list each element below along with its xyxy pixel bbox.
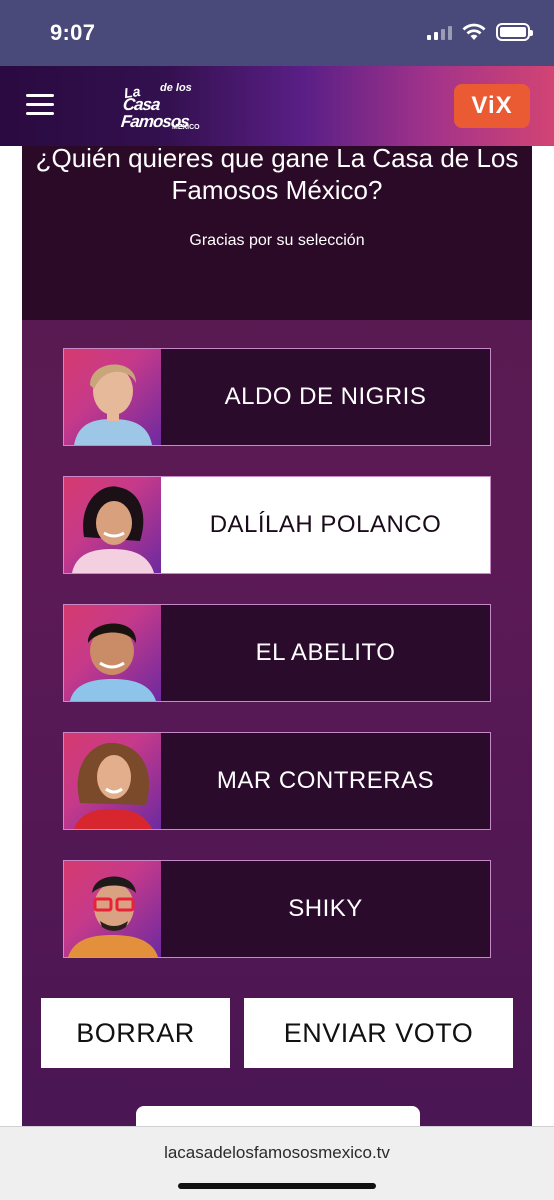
- hamburger-menu-icon[interactable]: [26, 94, 54, 116]
- status-bar: 9:07: [0, 0, 554, 66]
- clear-button[interactable]: BORRAR: [41, 998, 230, 1068]
- selection-confirmation: Gracias por su selección: [189, 232, 365, 249]
- option-aldo-de-nigris[interactable]: ALDO DE NIGRIS: [63, 348, 491, 446]
- option-shiky[interactable]: SHIKY: [63, 860, 491, 958]
- poll-header: ¿Quién quieres que gane La Casa de Los F…: [22, 143, 532, 320]
- contestant-photo: [64, 861, 161, 957]
- cellular-signal-icon: [427, 24, 452, 40]
- wifi-icon: [462, 23, 486, 40]
- option-mar-contreras[interactable]: MAR CONTRERAS: [63, 732, 491, 830]
- option-label: ALDO DE NIGRIS: [224, 383, 427, 410]
- poll-question: ¿Quién quieres que gane La Casa de Los F…: [35, 143, 519, 205]
- vix-logo-button[interactable]: ViX: [454, 84, 530, 128]
- option-label: DALÍLAH POLANCO: [209, 511, 442, 538]
- contestant-photo: [64, 477, 161, 573]
- poll-card: ¿Quién quieres que gane La Casa de Los F…: [22, 143, 532, 1130]
- contestant-photo: [64, 349, 161, 445]
- address-url[interactable]: lacasadelosfamososmexico.tv: [0, 1143, 554, 1163]
- option-dalilah-polanco[interactable]: DALÍLAH POLANCO: [63, 476, 491, 574]
- logo-text-de-los: de los: [160, 82, 192, 94]
- contestant-photo: [64, 605, 161, 701]
- logo-text-country: MÉXICO: [172, 124, 200, 131]
- contestant-photo: [64, 733, 161, 829]
- battery-icon: [496, 23, 533, 41]
- option-label: EL ABELITO: [255, 639, 396, 666]
- home-indicator: [178, 1183, 376, 1189]
- status-icons: [427, 22, 533, 42]
- option-el-abelito[interactable]: EL ABELITO: [63, 604, 491, 702]
- status-time: 9:07: [50, 20, 96, 45]
- option-label: MAR CONTRERAS: [216, 767, 435, 794]
- browser-address-bar[interactable]: lacasadelosfamososmexico.tv: [0, 1126, 554, 1200]
- option-label: SHIKY: [288, 895, 363, 922]
- send-vote-button[interactable]: ENVIAR VOTO: [244, 998, 513, 1068]
- site-header: La de los Casa Famosos MÉXICO ViX: [0, 66, 554, 146]
- la-casa-de-los-famosos-logo[interactable]: La de los Casa Famosos MÉXICO: [120, 80, 210, 136]
